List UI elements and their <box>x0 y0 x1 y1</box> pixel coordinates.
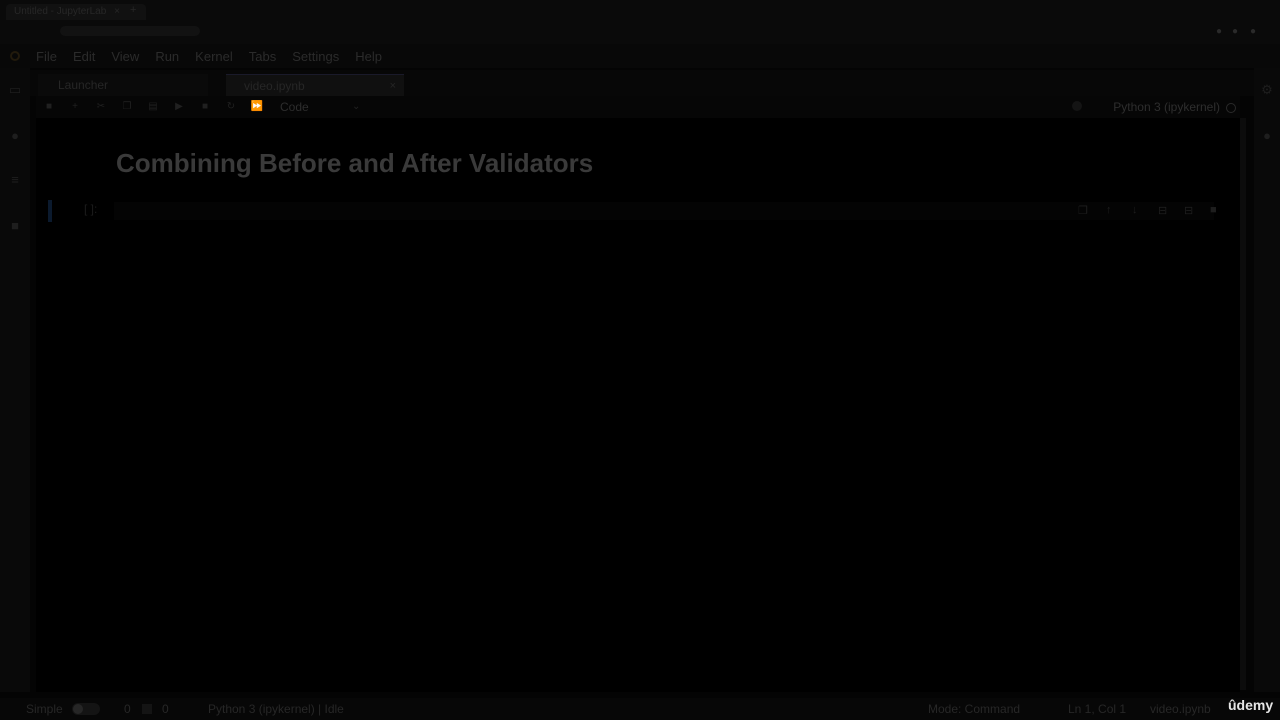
folder-icon[interactable]: ▭ <box>7 82 23 98</box>
status-file-name: video.ipynb <box>1150 702 1211 716</box>
paste-icon[interactable]: ▤ <box>146 100 160 114</box>
kernel-status-icon <box>1226 103 1236 113</box>
save-icon[interactable]: ■ <box>42 100 56 114</box>
toggle-knob <box>73 704 83 714</box>
move-up-icon[interactable]: ↑ <box>1106 204 1112 216</box>
duplicate-icon[interactable]: ❐ <box>1078 204 1088 217</box>
left-sidebar: ▭ ● ≡ ■ <box>0 68 30 692</box>
run-icon[interactable]: ▶ <box>172 100 186 114</box>
right-sidebar: ⚙ ● <box>1254 68 1280 692</box>
browser-tab-title: Untitled - JupyterLab <box>14 6 107 17</box>
cell-type-select[interactable]: Code <box>280 99 309 115</box>
scrollbar[interactable] <box>1240 118 1246 690</box>
insert-above-icon[interactable]: ⊟ <box>1158 204 1167 217</box>
property-inspector-icon[interactable]: ⚙ <box>1259 82 1275 98</box>
mode-indicator: Mode: Command <box>928 702 1021 716</box>
kernel-count[interactable]: 0 <box>162 702 169 716</box>
bug-icon[interactable] <box>1072 101 1082 111</box>
menu-edit[interactable]: Edit <box>73 49 95 64</box>
cell-prompt: [ ]: <box>84 202 98 216</box>
active-cell-indicator <box>48 200 52 222</box>
running-icon[interactable]: ● <box>7 128 23 144</box>
tab-video-notebook[interactable]: video.ipynb × <box>226 74 404 96</box>
tab-video-label: video.ipynb <box>244 79 305 93</box>
kernel-name[interactable]: Python 3 (ipykernel) <box>1113 99 1220 115</box>
insert-below-icon[interactable]: ⊟ <box>1184 204 1193 217</box>
simple-mode-toggle[interactable] <box>72 703 100 715</box>
document-tab-bar: Launcher video.ipynb × <box>30 70 1254 96</box>
copy-icon[interactable]: ❐ <box>120 100 134 114</box>
notebook-panel: ■ + ✂ ❐ ▤ ▶ ■ ↻ ⏩ Code ⌄ Python 3 (ipyke… <box>36 96 1240 692</box>
notebook-heading: Combining Before and After Validators <box>116 148 594 178</box>
close-icon[interactable]: × <box>114 4 120 20</box>
status-bar: Simple 0 0 Python 3 (ipykernel) | Idle M… <box>0 698 1280 720</box>
new-tab-icon[interactable]: + <box>130 4 136 16</box>
cell-input[interactable] <box>114 202 1214 220</box>
kernel-status-text[interactable]: Python 3 (ipykernel) | Idle <box>208 702 344 716</box>
browser-tab[interactable]: Untitled - JupyterLab × <box>6 4 146 20</box>
debugger-icon[interactable]: ● <box>1259 128 1275 144</box>
tab-launcher-label: Launcher <box>58 78 109 92</box>
restart-icon[interactable]: ↻ <box>224 100 238 114</box>
menu-tabs[interactable]: Tabs <box>249 49 276 64</box>
delete-icon[interactable]: ■ <box>1210 204 1217 216</box>
minimize-icon[interactable]: ● <box>1216 26 1222 37</box>
address-bar[interactable] <box>60 26 200 36</box>
tab-launcher[interactable]: Launcher <box>38 74 208 96</box>
menu-run[interactable]: Run <box>155 49 179 64</box>
jupyter-logo-icon <box>10 51 20 61</box>
udemy-watermark: ûdemy <box>1228 697 1274 713</box>
add-icon[interactable]: + <box>68 100 82 114</box>
chevron-down-icon[interactable]: ⌄ <box>352 99 360 115</box>
browser-chrome <box>0 0 1280 44</box>
menu-file[interactable]: File <box>36 49 57 64</box>
toc-icon[interactable]: ≡ <box>7 172 23 188</box>
cut-icon[interactable]: ✂ <box>94 100 108 114</box>
close-icon[interactable]: × <box>390 75 396 97</box>
menu-kernel[interactable]: Kernel <box>195 49 233 64</box>
terminal-count[interactable]: 0 <box>124 702 131 716</box>
menu-help[interactable]: Help <box>355 49 382 64</box>
stop-icon[interactable]: ■ <box>198 100 212 114</box>
menu-settings[interactable]: Settings <box>292 49 339 64</box>
terminal-icon <box>142 704 152 714</box>
maximize-icon[interactable]: ● <box>1232 26 1238 37</box>
menu-bar: File Edit View Run Kernel Tabs Settings … <box>0 44 1280 68</box>
simple-mode-label: Simple <box>26 702 63 716</box>
code-cell[interactable]: [ ]: ❐ ↑ ↓ ⊟ ⊟ ■ <box>46 198 1236 224</box>
fast-forward-icon[interactable]: ⏩ <box>250 100 264 114</box>
move-down-icon[interactable]: ↓ <box>1132 204 1138 216</box>
notebook-toolbar: ■ + ✂ ❐ ▤ ▶ ■ ↻ ⏩ Code ⌄ Python 3 (ipyke… <box>36 96 1240 118</box>
extension-icon[interactable]: ■ <box>7 218 23 234</box>
window-close-icon[interactable]: ● <box>1250 26 1256 37</box>
cursor-position[interactable]: Ln 1, Col 1 <box>1068 702 1126 716</box>
menu-view[interactable]: View <box>111 49 139 64</box>
